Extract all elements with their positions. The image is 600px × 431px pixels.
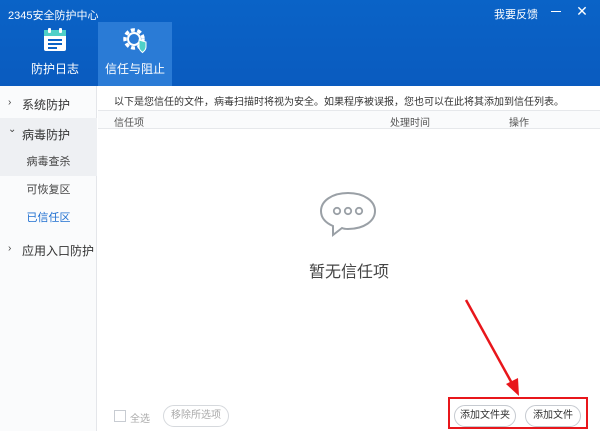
sidebar: › 系统防护 ⌄ 病毒防护 病毒查杀 可恢复区 已信任区 › 应用入口防护 [0, 86, 97, 431]
feedback-link[interactable]: 我要反馈 [494, 6, 538, 22]
remove-selected-button[interactable]: 移除所选项 [163, 405, 229, 427]
minimize-button[interactable] [549, 4, 563, 18]
chevron-right-icon: › [8, 243, 12, 254]
close-button[interactable]: ✕ [575, 4, 589, 18]
select-all-label: 全选 [130, 414, 150, 425]
sidebar-item-virus-protection[interactable]: ⌄ 病毒防护 [0, 118, 97, 148]
chat-bubble-icon [319, 191, 377, 238]
tab-protection-log[interactable]: 防护日志 [19, 22, 91, 86]
empty-state-text: 暂无信任项 [308, 264, 389, 281]
sidebar-subitem-recovery[interactable]: 可恢复区 [0, 176, 97, 204]
log-icon [44, 28, 66, 51]
column-time: 处理时间 [390, 118, 430, 129]
window-title: 2345安全防护中心 [8, 10, 99, 22]
tab-label: 信任与阻止 [104, 62, 165, 76]
main-panel: 以下是您信任的文件，病毒扫描时将视为安全。如果程序被误报，您也可以在此将其添加到… [98, 86, 600, 431]
column-action: 操作 [509, 118, 529, 129]
chevron-right-icon: › [8, 97, 12, 108]
sidebar-item-label: 系统防护 [22, 98, 71, 112]
sidebar-item-app-entry-protection[interactable]: › 应用入口防护 [0, 234, 97, 264]
chevron-down-icon: ⌄ [8, 124, 17, 135]
sidebar-item-label: 应用入口防护 [22, 244, 95, 258]
column-trust-item: 信任项 [114, 118, 144, 129]
select-all-checkbox[interactable] [114, 410, 126, 422]
sidebar-item-label: 病毒防护 [22, 128, 71, 142]
gear-shield-icon [123, 28, 147, 54]
trust-notice: 以下是您信任的文件，病毒扫描时将视为安全。如果程序被误报，您也可以在此将其添加到… [114, 97, 564, 108]
sidebar-item-system-protection[interactable]: › 系统防护 [0, 88, 97, 118]
sidebar-subitem-trusted[interactable]: 已信任区 [0, 204, 97, 232]
table-header: 信任项 处理时间 操作 [98, 110, 600, 129]
tab-trust-and-block[interactable]: 信任与阻止 [98, 22, 172, 86]
sidebar-subitem-virus-scan[interactable]: 病毒查杀 [0, 148, 97, 176]
tab-label: 防护日志 [30, 62, 79, 76]
app-header: 2345安全防护中心 我要反馈 ✕ 防护日志 信任与阻止 [0, 0, 600, 86]
annotation-highlight-box [448, 397, 588, 429]
